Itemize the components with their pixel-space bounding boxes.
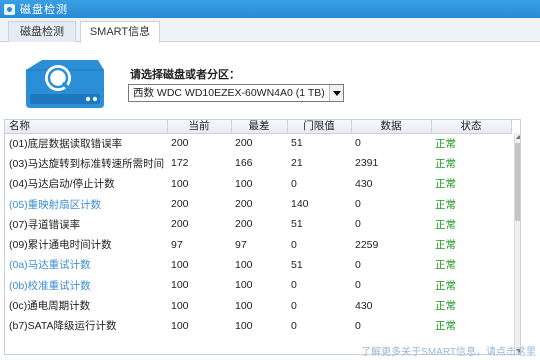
column-header-worst[interactable]: 最差 bbox=[231, 120, 288, 134]
cell-worst: 166 bbox=[235, 157, 253, 170]
column-header-status[interactable]: 状态 bbox=[431, 120, 512, 134]
cell-current: 172 bbox=[171, 157, 189, 170]
cell-data: 0 bbox=[355, 279, 361, 292]
window-title: 磁盘检测 bbox=[20, 4, 68, 16]
cell-current: 200 bbox=[171, 137, 189, 150]
cell-worst: 100 bbox=[235, 279, 253, 292]
disk-select-label: 请选择磁盘或者分区： bbox=[130, 69, 240, 81]
cell-status: 正常 bbox=[435, 157, 456, 170]
cell-worst: 100 bbox=[235, 299, 253, 312]
cell-status: 正常 bbox=[435, 218, 456, 231]
cell-status: 正常 bbox=[435, 239, 456, 252]
cell-data: 2259 bbox=[355, 238, 379, 251]
tab-disk-check[interactable]: 磁盘检测 bbox=[8, 21, 76, 42]
cell-data: 430 bbox=[355, 299, 373, 312]
cell-worst: 97 bbox=[235, 238, 247, 251]
cell-threshold: 0 bbox=[291, 279, 297, 292]
table-row[interactable]: (09)累计通电时间计数 97 97 0 2259 正常 bbox=[5, 234, 511, 254]
cell-threshold: 0 bbox=[291, 177, 297, 190]
cell-name: (b7)SATA降级运行计数 bbox=[9, 320, 117, 333]
column-header-threshold[interactable]: 门限值 bbox=[287, 120, 352, 134]
app-icon bbox=[4, 3, 15, 15]
cell-data: 430 bbox=[355, 177, 373, 190]
cell-threshold: 0 bbox=[291, 319, 297, 332]
cell-worst: 100 bbox=[235, 319, 253, 332]
cell-current: 200 bbox=[171, 198, 189, 211]
cell-name: (07)寻道错误率 bbox=[9, 218, 81, 231]
cell-name: (0a)马达重试计数 bbox=[9, 259, 91, 272]
smart-table: 名称 当前 最差 门限值 数据 状态 (01)底层数据读取错误率 200 200 51… bbox=[4, 119, 521, 355]
cell-threshold: 0 bbox=[291, 238, 297, 251]
tab-bar: 磁盘检测 SMART信息 bbox=[0, 18, 540, 43]
table-row[interactable]: (03)马达旋转到标准转速所需时间 172 166 21 2391 正常 bbox=[5, 153, 511, 173]
cell-worst: 100 bbox=[235, 258, 253, 271]
column-header-name[interactable]: 名称 bbox=[5, 120, 168, 134]
scroll-up-icon[interactable] bbox=[515, 133, 520, 141]
cell-status: 正常 bbox=[435, 137, 456, 150]
cell-worst: 200 bbox=[235, 137, 253, 150]
cell-current: 100 bbox=[171, 319, 189, 332]
cell-data: 0 bbox=[355, 198, 361, 211]
cell-current: 97 bbox=[171, 238, 183, 251]
cell-status: 正常 bbox=[435, 259, 456, 272]
cell-threshold: 21 bbox=[291, 157, 303, 170]
cell-data: 0 bbox=[355, 137, 361, 150]
cell-name: (04)马达启动/停止计数 bbox=[9, 178, 115, 191]
chevron-down-icon[interactable] bbox=[329, 85, 343, 101]
table-row[interactable]: (0b)校准重试计数 100 100 0 0 正常 bbox=[5, 275, 511, 295]
cell-worst: 200 bbox=[235, 218, 253, 231]
cell-status: 正常 bbox=[435, 198, 456, 211]
cell-data: 2391 bbox=[355, 157, 379, 170]
cell-data: 0 bbox=[355, 319, 361, 332]
cell-current: 100 bbox=[171, 299, 189, 312]
cell-current: 100 bbox=[171, 258, 189, 271]
cell-current: 100 bbox=[171, 279, 189, 292]
cell-name: (05)重映射扇区计数 bbox=[9, 198, 102, 211]
disk-select-value: 西数 WDC WD10EZEX-60WN4A0 (1 TB) bbox=[133, 87, 325, 99]
tab-smart-info[interactable]: SMART信息 bbox=[80, 21, 160, 43]
title-bar: 磁盘检测 bbox=[0, 0, 540, 18]
vertical-scrollbar[interactable] bbox=[514, 133, 520, 354]
cell-worst: 200 bbox=[235, 198, 253, 211]
column-header-data[interactable]: 数据 bbox=[351, 120, 432, 134]
cell-current: 200 bbox=[171, 218, 189, 231]
cell-status: 正常 bbox=[435, 178, 456, 191]
scrollbar-thumb[interactable] bbox=[515, 143, 520, 221]
cell-threshold: 51 bbox=[291, 218, 303, 231]
cell-name: (0b)校准重试计数 bbox=[9, 279, 91, 292]
table-row[interactable]: (01)底层数据读取错误率 200 200 51 0 正常 bbox=[5, 133, 511, 153]
cell-threshold: 0 bbox=[291, 299, 297, 312]
table-row[interactable]: (04)马达启动/停止计数 100 100 0 430 正常 bbox=[5, 174, 511, 194]
cell-data: 0 bbox=[355, 218, 361, 231]
cell-status: 正常 bbox=[435, 279, 456, 292]
cell-name: (01)底层数据读取错误率 bbox=[9, 137, 123, 150]
table-row[interactable]: (0c)通电周期计数 100 100 0 430 正常 bbox=[5, 295, 511, 315]
cell-status: 正常 bbox=[435, 300, 456, 313]
cell-threshold: 51 bbox=[291, 137, 303, 150]
smart-info-link[interactable]: 了解更多关于SMART信息，请点击这里 bbox=[361, 343, 536, 358]
cell-threshold: 140 bbox=[291, 198, 309, 211]
cell-threshold: 51 bbox=[291, 258, 303, 271]
column-header-current[interactable]: 当前 bbox=[167, 120, 232, 134]
cell-worst: 100 bbox=[235, 177, 253, 190]
table-row[interactable]: (05)重映射扇区计数 200 200 140 0 正常 bbox=[5, 194, 511, 214]
disk-select[interactable]: 西数 WDC WD10EZEX-60WN4A0 (1 TB) bbox=[128, 84, 344, 102]
cell-current: 100 bbox=[171, 177, 189, 190]
cell-data: 0 bbox=[355, 258, 361, 271]
table-row[interactable]: (07)寻道错误率 200 200 51 0 正常 bbox=[5, 214, 511, 234]
table-row[interactable]: (0a)马达重试计数 100 100 51 0 正常 bbox=[5, 255, 511, 275]
cell-name: (09)累计通电时间计数 bbox=[9, 239, 112, 252]
cell-name: (0c)通电周期计数 bbox=[9, 300, 91, 313]
cell-status: 正常 bbox=[435, 320, 456, 333]
table-row[interactable]: (b7)SATA降级运行计数 100 100 0 0 正常 bbox=[5, 316, 511, 336]
hard-disk-search-icon bbox=[26, 60, 104, 108]
cell-name: (03)马达旋转到标准转速所需时间 bbox=[9, 157, 165, 170]
